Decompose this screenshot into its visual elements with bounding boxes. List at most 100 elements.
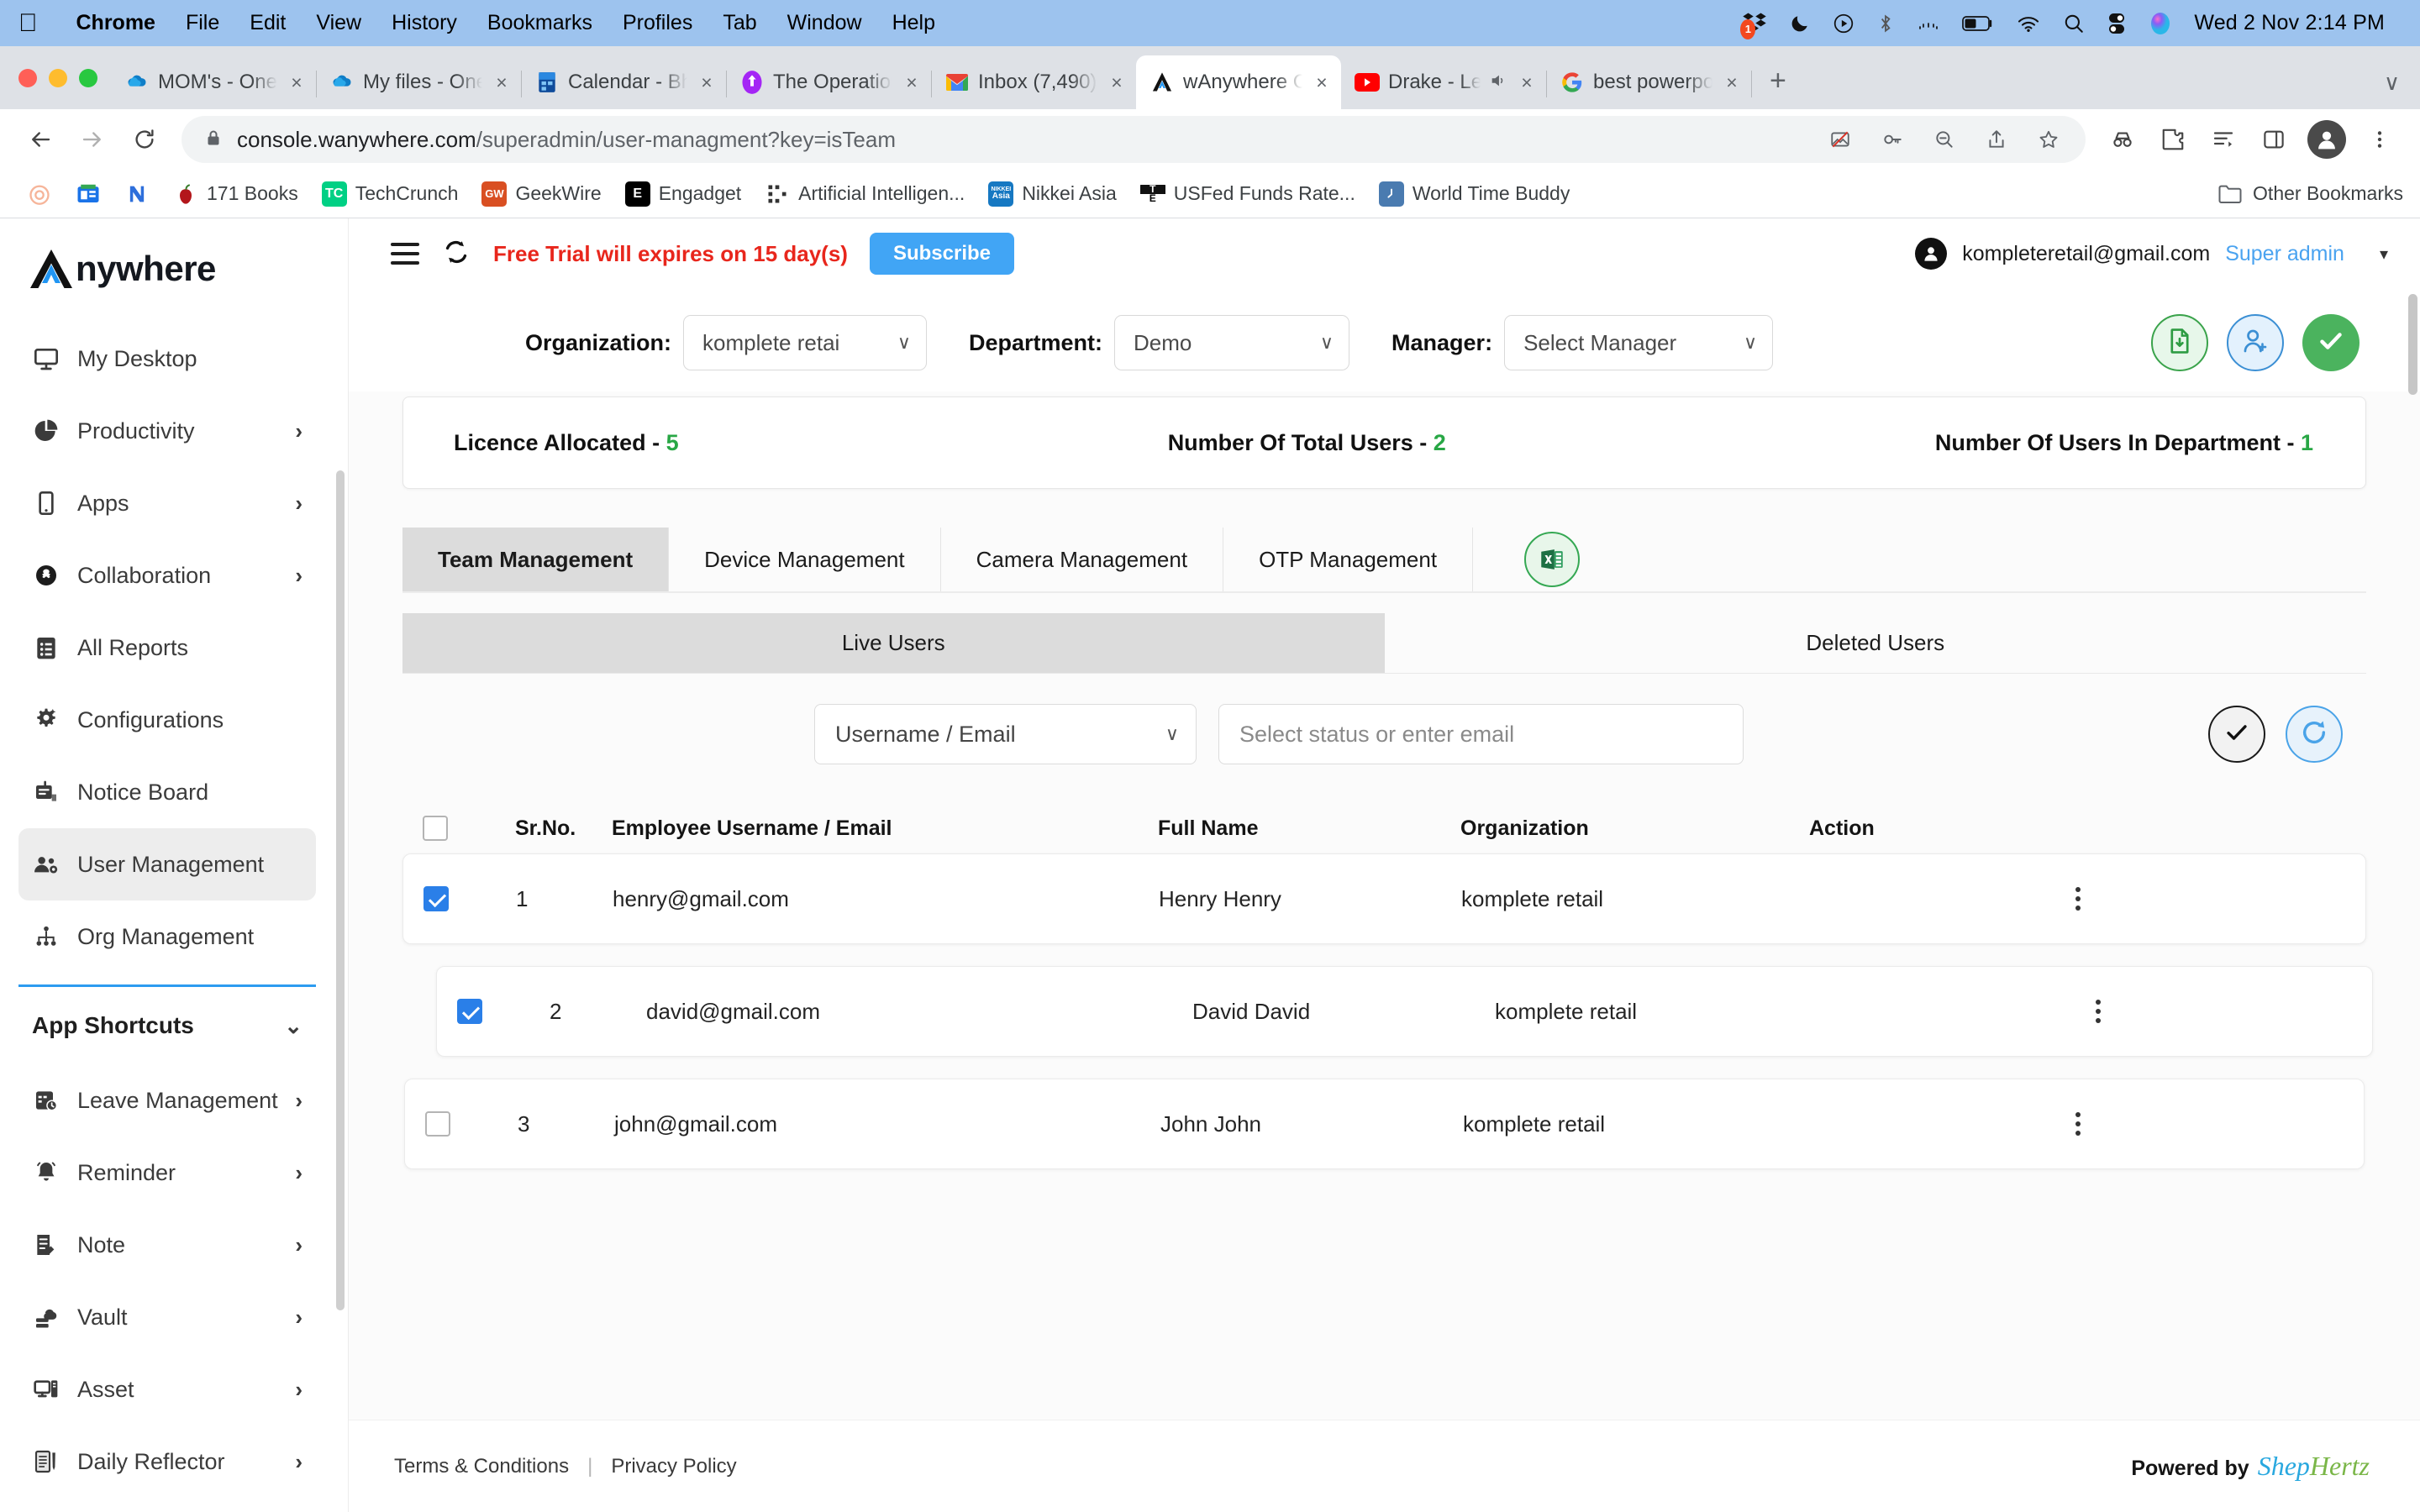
row-checkbox[interactable]	[424, 886, 449, 911]
search-input[interactable]	[1218, 704, 1744, 764]
cell-action[interactable]	[1844, 1000, 2352, 1023]
search-icon[interactable]	[2063, 13, 2085, 34]
menubar-item-edit[interactable]: Edit	[234, 11, 301, 35]
sidebar-item-apps[interactable]: Apps ›	[18, 467, 316, 539]
subscribe-button[interactable]: Subscribe	[869, 233, 1015, 275]
profile-avatar-icon[interactable]	[2307, 120, 2346, 159]
tab-device-management[interactable]: Device Management	[669, 528, 941, 591]
bookmark-item-0[interactable]	[17, 176, 62, 212]
sidebar-item-notice-board[interactable]: Notice Board	[18, 756, 316, 828]
bookmark-item-2[interactable]	[114, 176, 160, 212]
row-checkbox[interactable]	[425, 1111, 450, 1137]
tab-team-management[interactable]: Team Management	[402, 528, 670, 591]
refresh-button[interactable]	[2286, 706, 2343, 763]
incognito-icon[interactable]	[2099, 116, 2146, 163]
other-bookmarks-button[interactable]: Other Bookmarks	[2217, 181, 2403, 207]
search-field-select[interactable]: Username / Email ∨	[814, 704, 1197, 764]
close-icon[interactable]: ×	[491, 71, 513, 94]
sidebar-section-app-shortcuts[interactable]: App Shortcuts ⌄	[18, 987, 316, 1064]
chevron-down-icon[interactable]: ▾	[2380, 244, 2388, 265]
subtab-live-users[interactable]: Live Users	[402, 613, 1385, 673]
control-center-icon[interactable]	[2107, 13, 2127, 34]
sidebar-item-leave-management[interactable]: Leave Management ›	[18, 1064, 316, 1137]
bookmark-item-7[interactable]: Artificial Intelligen...	[755, 176, 975, 212]
sidebar-item-note[interactable]: Note ›	[18, 1209, 316, 1281]
row-checkbox[interactable]	[457, 999, 482, 1024]
sidebar-scrollbar[interactable]	[336, 470, 345, 1310]
bluetooth-icon[interactable]	[1876, 13, 1895, 34]
bookmark-item-5[interactable]: GW GeekWire	[471, 176, 611, 212]
play-circle-icon[interactable]	[1833, 13, 1854, 34]
tab-audio-muted-icon[interactable]	[1489, 71, 1507, 94]
menubar-item-file[interactable]: File	[171, 11, 234, 35]
privacy-policy-link[interactable]: Privacy Policy	[611, 1455, 736, 1478]
password-key-icon[interactable]	[1869, 116, 1916, 163]
apply-filter-button[interactable]	[2302, 314, 2360, 371]
battery-icon[interactable]	[1962, 14, 1994, 33]
close-icon[interactable]: ×	[1311, 71, 1333, 94]
department-select[interactable]: Demo ∨	[1114, 315, 1350, 370]
close-icon[interactable]: ×	[1106, 71, 1128, 94]
kebab-menu-icon[interactable]	[1844, 1000, 2352, 1023]
sidebar-item-productivity[interactable]: Productivity ›	[18, 395, 316, 467]
bookmark-item-9[interactable]: TE USFed Funds Rate...	[1130, 176, 1365, 212]
bookmark-item-10[interactable]: World Time Buddy	[1369, 176, 1580, 212]
browser-tab-5[interactable]: wAnywhere Con ×	[1136, 55, 1341, 109]
brightness-icon[interactable]	[1917, 13, 1940, 34]
moon-icon[interactable]	[1789, 13, 1811, 34]
account-menu[interactable]: kompleteretail@gmail.com Super admin ▾	[1915, 238, 2388, 270]
kebab-menu-icon[interactable]	[1810, 887, 2345, 911]
row-checkbox-cell[interactable]	[425, 1111, 518, 1137]
hamburger-icon[interactable]	[391, 243, 419, 265]
sidebar-item-daily-reflector[interactable]: Daily Reflector ›	[18, 1425, 316, 1498]
reading-list-icon[interactable]	[2200, 116, 2247, 163]
close-icon[interactable]: ×	[696, 71, 718, 94]
add-user-button[interactable]	[2227, 314, 2284, 371]
browser-tab-6[interactable]: Drake - Lem ×	[1341, 55, 1547, 109]
close-icon[interactable]: ×	[1721, 71, 1743, 94]
menubar-item-bookmarks[interactable]: Bookmarks	[472, 11, 608, 35]
kebab-menu-icon[interactable]	[1812, 1112, 2344, 1136]
cell-action[interactable]	[1812, 1112, 2344, 1136]
row-checkbox-cell[interactable]	[457, 999, 550, 1024]
app-logo[interactable]: nywhere	[0, 218, 348, 314]
browser-tab-4[interactable]: Inbox (7,490) - ×	[931, 55, 1136, 109]
lock-icon[interactable]	[203, 128, 224, 152]
sync-icon[interactable]	[441, 237, 471, 271]
bookmark-item-6[interactable]: E Engadget	[615, 176, 751, 212]
siri-icon[interactable]	[2149, 12, 2172, 35]
menubar-item-tab[interactable]: Tab	[708, 11, 771, 35]
close-icon[interactable]: ×	[286, 71, 308, 94]
bookmark-item-8[interactable]: NIKKEI Asia Nikkei Asia	[978, 176, 1126, 212]
dropbox-icon[interactable]: 1	[1740, 11, 1767, 39]
share-icon[interactable]	[1973, 116, 2020, 163]
menu-kebab-icon[interactable]	[2356, 116, 2403, 163]
menubar-item-profiles[interactable]: Profiles	[608, 11, 708, 35]
close-icon[interactable]: ×	[1516, 71, 1538, 94]
browser-tab-0[interactable]: MOM's - OneDr ×	[111, 55, 317, 109]
side-panel-icon[interactable]	[2250, 116, 2297, 163]
sidebar-item-collaboration[interactable]: Collaboration ›	[18, 539, 316, 612]
sidebar-item-vault[interactable]: Vault ›	[18, 1281, 316, 1353]
import-file-button[interactable]	[2151, 314, 2208, 371]
sidebar-item-org-management[interactable]: Org Management	[18, 900, 316, 973]
window-traffic-lights[interactable]	[12, 46, 111, 109]
tab-camera-management[interactable]: Camera Management	[941, 528, 1224, 591]
new-tab-button[interactable]: +	[1751, 65, 1805, 109]
browser-tab-7[interactable]: best powerpoint ×	[1546, 55, 1752, 109]
organization-select[interactable]: komplete retai ∨	[683, 315, 927, 370]
browser-tab-2[interactable]: Calendar - Bha ×	[521, 55, 727, 109]
table-row[interactable]: 3 john@gmail.com John John komplete reta…	[404, 1079, 2365, 1169]
reload-icon[interactable]	[121, 116, 168, 163]
bookmark-item-4[interactable]: TC TechCrunch	[312, 176, 469, 212]
maximize-window-button[interactable]	[79, 68, 97, 87]
manager-select[interactable]: Select Manager ∨	[1504, 315, 1774, 370]
menubar-item-chrome[interactable]: Chrome	[61, 11, 171, 35]
bookmark-item-1[interactable]	[66, 176, 111, 212]
address-bar[interactable]: console.wanywhere.com/superadmin/user-ma…	[182, 116, 2086, 163]
browser-tab-1[interactable]: My files - OneD ×	[316, 55, 522, 109]
export-excel-button[interactable]	[1473, 528, 1631, 591]
zoom-out-icon[interactable]	[1921, 116, 1968, 163]
row-checkbox-cell[interactable]	[424, 886, 516, 911]
forward-arrow-icon[interactable]	[69, 116, 116, 163]
